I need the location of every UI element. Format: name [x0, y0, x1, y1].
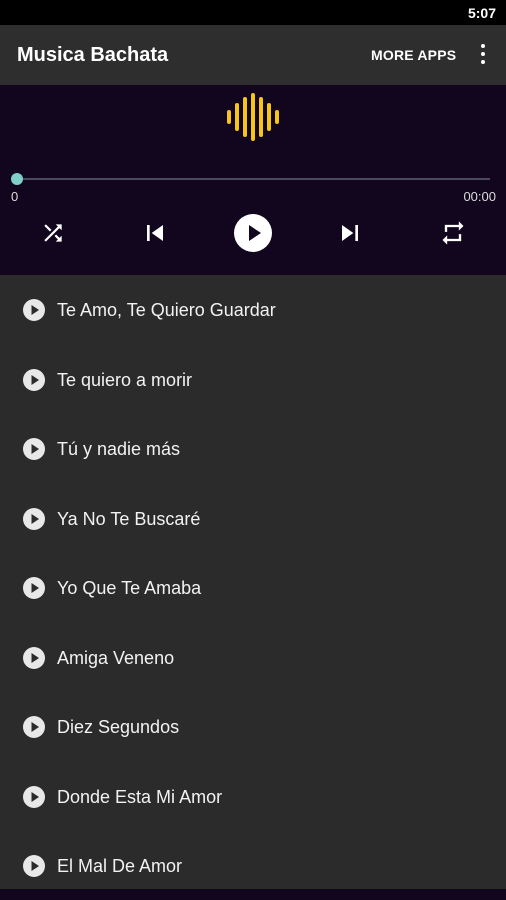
current-time: 0	[11, 189, 19, 204]
seek-thumb[interactable]	[11, 173, 23, 185]
bottom-strip	[0, 889, 506, 900]
app-bar: Musica Bachata MORE APPS	[0, 25, 506, 85]
play-circle-icon	[23, 647, 45, 669]
repeat-button[interactable]	[433, 213, 473, 253]
track-title: Te Amo, Te Quiero Guardar	[57, 300, 276, 320]
app-title: Musica Bachata	[17, 44, 169, 66]
track-title: Diez Segundos	[57, 717, 180, 737]
list-item[interactable]: Ya No Te Buscaré	[0, 484, 506, 554]
play-circle-icon	[23, 786, 45, 808]
track-title: Donde Esta Mi Amor	[57, 787, 223, 807]
track-title: Tú y nadie más	[57, 439, 181, 459]
more-apps-button[interactable]: MORE APPS	[371, 47, 456, 63]
shuffle-icon	[44, 224, 62, 242]
play-circle-icon	[23, 299, 45, 321]
play-button[interactable]	[233, 213, 273, 253]
duration-time: 00:00	[463, 189, 496, 204]
play-circle-icon	[23, 577, 45, 599]
player-panel: 0 00:00	[0, 85, 506, 275]
track-title: Te quiero a morir	[57, 370, 193, 390]
list-item[interactable]: Te Amo, Te Quiero Guardar	[0, 275, 506, 345]
next-button[interactable]	[330, 213, 370, 253]
repeat-icon	[442, 221, 464, 245]
track-title: El Mal De Amor	[57, 856, 183, 876]
skip-previous-icon	[147, 225, 163, 241]
play-circle-icon	[23, 369, 45, 391]
list-item[interactable]: Tú y nadie más	[0, 414, 506, 484]
play-circle-icon	[23, 855, 45, 877]
list-item[interactable]: Diez Segundos	[0, 692, 506, 762]
track-title: Yo Que Te Amaba	[57, 578, 202, 598]
status-bar: 5:07	[0, 0, 506, 25]
shuffle-button[interactable]	[33, 213, 73, 253]
list-item[interactable]: Amiga Veneno	[0, 623, 506, 693]
playlist: Te Amo, Te Quiero Guardar Te quiero a mo…	[0, 275, 506, 889]
more-vert-icon[interactable]	[471, 40, 495, 70]
play-circle-icon	[234, 214, 272, 252]
play-circle-icon	[23, 716, 45, 738]
status-time: 5:07	[467, 5, 496, 21]
seek-bar[interactable]	[17, 178, 490, 180]
skip-next-icon	[342, 225, 358, 241]
list-item[interactable]: Yo Que Te Amaba	[0, 553, 506, 623]
sound-wave-icon	[227, 93, 279, 141]
track-title: Ya No Te Buscaré	[57, 509, 201, 529]
track-title: Amiga Veneno	[57, 648, 175, 668]
previous-button[interactable]	[135, 213, 175, 253]
play-circle-icon	[23, 438, 45, 460]
list-item[interactable]: El Mal De Amor	[0, 831, 506, 889]
list-item[interactable]: Donde Esta Mi Amor	[0, 762, 506, 832]
play-circle-icon	[23, 508, 45, 530]
list-item[interactable]: Te quiero a morir	[0, 345, 506, 415]
